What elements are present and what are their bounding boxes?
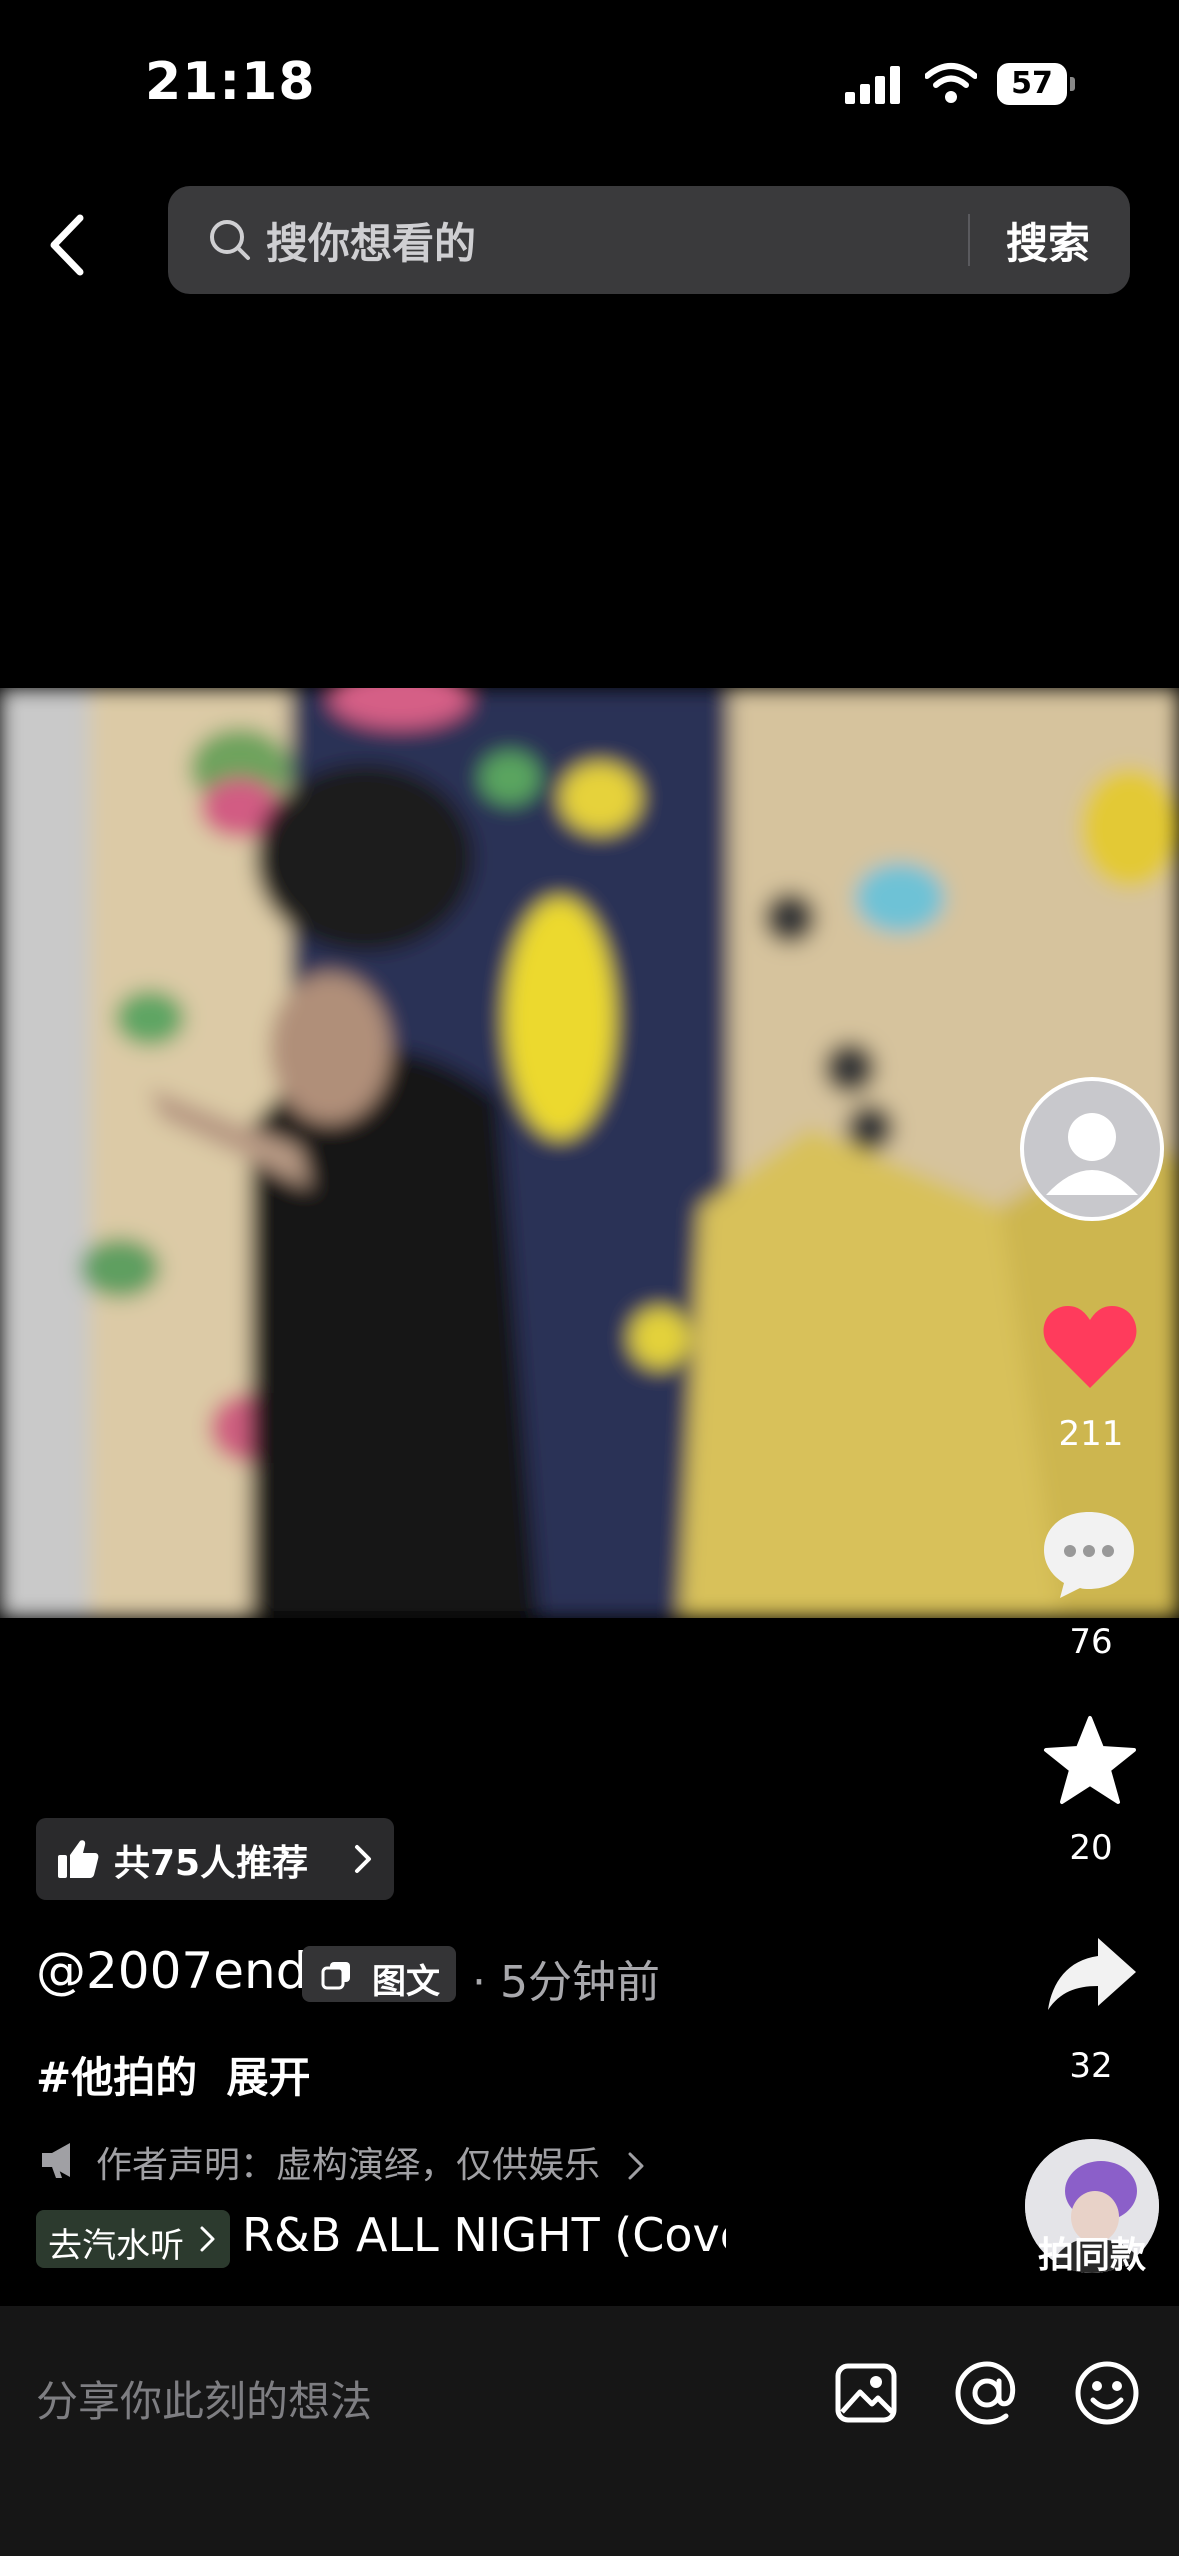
post-time: · 5分钟前 [472,1957,660,2008]
megaphone-icon [42,2143,70,2178]
like-count: 211 [1058,1414,1124,1454]
hashtag-link[interactable]: #他拍的 [36,2053,197,2102]
recommend-label: 共75人推荐 [114,1843,309,1884]
heart-icon[interactable] [1042,1302,1138,1392]
post-type-chip: 图文 [302,1946,456,2002]
default-avatar-icon [1046,1113,1138,1195]
share-count: 32 [1069,2046,1113,2086]
author-notice[interactable]: 作者声明：虚构演绎，仅供娱乐 [96,2136,647,2188]
music-title[interactable]: R&B ALL NIGHT (Cover [242,2208,726,2262]
chevron-right-icon [200,2226,215,2252]
image-icon[interactable] [832,2358,902,2428]
author-name[interactable]: @2007end [36,1942,307,2000]
same-style-button[interactable]: 拍同款 [1000,2226,1179,2278]
back-icon[interactable] [40,210,100,280]
search-icon [210,220,250,260]
post-caption: #他拍的 展开 [36,2044,310,2105]
battery-icon: 57 [997,63,1075,105]
favorite-count: 20 [1069,1828,1113,1868]
comment-icon[interactable] [1040,1506,1138,1600]
signal-icon [845,64,905,104]
share-icon[interactable] [1046,1934,1138,2014]
search-divider [968,214,970,266]
music-app-label: 去汽水听 [48,2226,184,2266]
status-time: 21:18 [145,52,316,112]
expand-button[interactable]: 展开 [226,2053,310,2102]
search-bar[interactable]: 搜你想看的 搜索 [168,186,1130,294]
climbing-wall-image [0,688,1179,1618]
recommend-pill[interactable]: 共75人推荐 [36,1818,394,1900]
music-app-link[interactable]: 去汽水听 [36,2210,230,2268]
wifi-icon [925,63,977,103]
image-text-icon [321,1962,350,1990]
chevron-right-icon [628,2152,644,2180]
post-type-label: 图文 [372,1962,440,2002]
author-avatar[interactable] [1020,1077,1164,1221]
chevron-right-icon [355,1845,371,1873]
at-icon[interactable] [952,2358,1022,2428]
search-input[interactable]: 搜你想看的 [266,210,476,271]
comment-count: 76 [1069,1622,1113,1662]
comment-bar [0,2306,1179,2556]
author-notice-text: 作者声明：虚构演绎，仅供娱乐 [96,2145,601,2186]
post-photo[interactable] [0,688,1179,1618]
comment-input[interactable]: 分享你此刻的想法 [36,2368,372,2429]
star-icon[interactable] [1042,1714,1138,1806]
emoji-icon[interactable] [1072,2358,1142,2428]
battery-level: 57 [997,63,1067,105]
thumbs-up-icon [58,1840,99,1878]
search-button[interactable]: 搜索 [1006,210,1090,271]
